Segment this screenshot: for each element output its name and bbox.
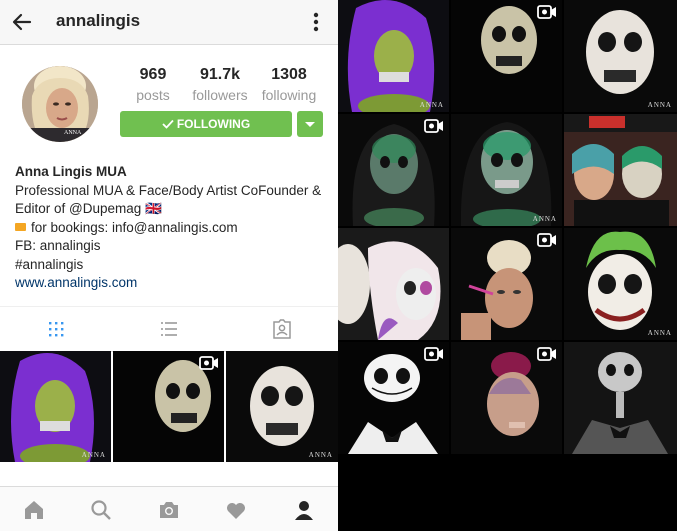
post-thumbnail[interactable] [564, 342, 677, 454]
list-view-icon[interactable] [157, 317, 181, 341]
bio-line: Editor of @Dupemag 🇬🇧 [15, 201, 162, 216]
following-button[interactable]: FOLLOWING [120, 111, 292, 137]
stat-followers[interactable]: 91.7k followers [185, 66, 255, 103]
posts-label: posts [136, 87, 170, 103]
home-icon[interactable] [22, 498, 46, 522]
post-thumbnail[interactable]: ANNA [564, 228, 677, 340]
checkmark-icon [162, 119, 174, 129]
tagged-photos-icon[interactable] [270, 317, 294, 341]
video-icon [424, 119, 443, 133]
post-thumbnail[interactable]: ANNA [0, 351, 111, 462]
profile-bio: Anna Lingis MUA Professional MUA & Face/… [15, 163, 333, 293]
following-count: 1308 [271, 66, 307, 83]
camera-icon[interactable] [157, 498, 181, 522]
post-thumbnail[interactable] [113, 351, 224, 462]
bio-line: FB: annalingis [15, 238, 101, 253]
following-button-label: FOLLOWING [176, 117, 251, 131]
stat-following[interactable]: 1308 following [254, 66, 324, 103]
video-icon [424, 347, 443, 361]
post-watermark: ANNA [81, 451, 106, 459]
more-options-icon[interactable] [306, 10, 326, 34]
video-icon [537, 5, 556, 19]
bio-line-bookings: for bookings: info@annalingis.com [15, 219, 333, 238]
top-bar: annalingis [0, 0, 338, 45]
suggestions-dropdown-button[interactable] [297, 111, 323, 137]
profile-username: annalingis [56, 11, 141, 30]
view-tabs [0, 306, 338, 352]
profile-photo-grid: ANNA ANNA [0, 351, 338, 487]
post-thumbnail[interactable]: ANNA [451, 114, 562, 226]
post-watermark: ANNA [419, 101, 444, 109]
following-label: following [261, 87, 317, 103]
avatar[interactable]: ANNA [22, 66, 98, 142]
bottom-navigation [0, 486, 338, 531]
chevron-down-icon [305, 122, 315, 127]
post-watermark: ANNA [532, 215, 557, 223]
profile-screen: annalingis ANNA 969 posts 91.7k follower… [0, 0, 338, 531]
post-thumbnail[interactable] [338, 342, 449, 454]
website-link[interactable]: www.annalingis.com [15, 274, 333, 293]
stat-posts[interactable]: 969 posts [118, 66, 188, 103]
avatar-watermark: ANNA [64, 130, 82, 136]
followers-count: 91.7k [199, 66, 241, 83]
grid-view-icon[interactable] [44, 317, 68, 341]
profile-icon[interactable] [292, 498, 316, 522]
photo-grid-expanded: ANNA ANNA ANNA ANNA [338, 0, 677, 531]
post-thumbnail[interactable] [451, 0, 562, 112]
video-icon [537, 233, 556, 247]
followers-label: followers [192, 87, 248, 103]
full-name: Anna Lingis MUA [15, 164, 127, 179]
post-watermark: ANNA [647, 329, 672, 337]
post-thumbnail[interactable]: ANNA [226, 351, 338, 462]
post-thumbnail[interactable]: ANNA [564, 0, 677, 112]
video-icon [199, 356, 218, 370]
post-thumbnail[interactable] [338, 228, 449, 340]
post-watermark: ANNA [308, 451, 333, 459]
posts-count: 969 [139, 66, 167, 83]
back-arrow-icon[interactable] [10, 10, 34, 34]
post-watermark: ANNA [647, 101, 672, 109]
bio-hashtag[interactable]: #annalingis [15, 256, 333, 275]
bio-line: Professional MUA & Face/Body Artist CoFo… [15, 182, 322, 198]
post-thumbnail[interactable] [564, 114, 677, 226]
post-thumbnail[interactable]: ANNA [338, 0, 449, 112]
bookings-text: for bookings: info@annalingis.com [31, 219, 238, 235]
post-thumbnail[interactable] [451, 342, 562, 454]
post-thumbnail[interactable] [338, 114, 449, 226]
post-thumbnail[interactable] [451, 228, 562, 340]
video-icon [537, 347, 556, 361]
search-icon[interactable] [89, 498, 113, 522]
envelope-emoji-icon [15, 222, 26, 231]
heart-icon[interactable] [224, 498, 248, 522]
